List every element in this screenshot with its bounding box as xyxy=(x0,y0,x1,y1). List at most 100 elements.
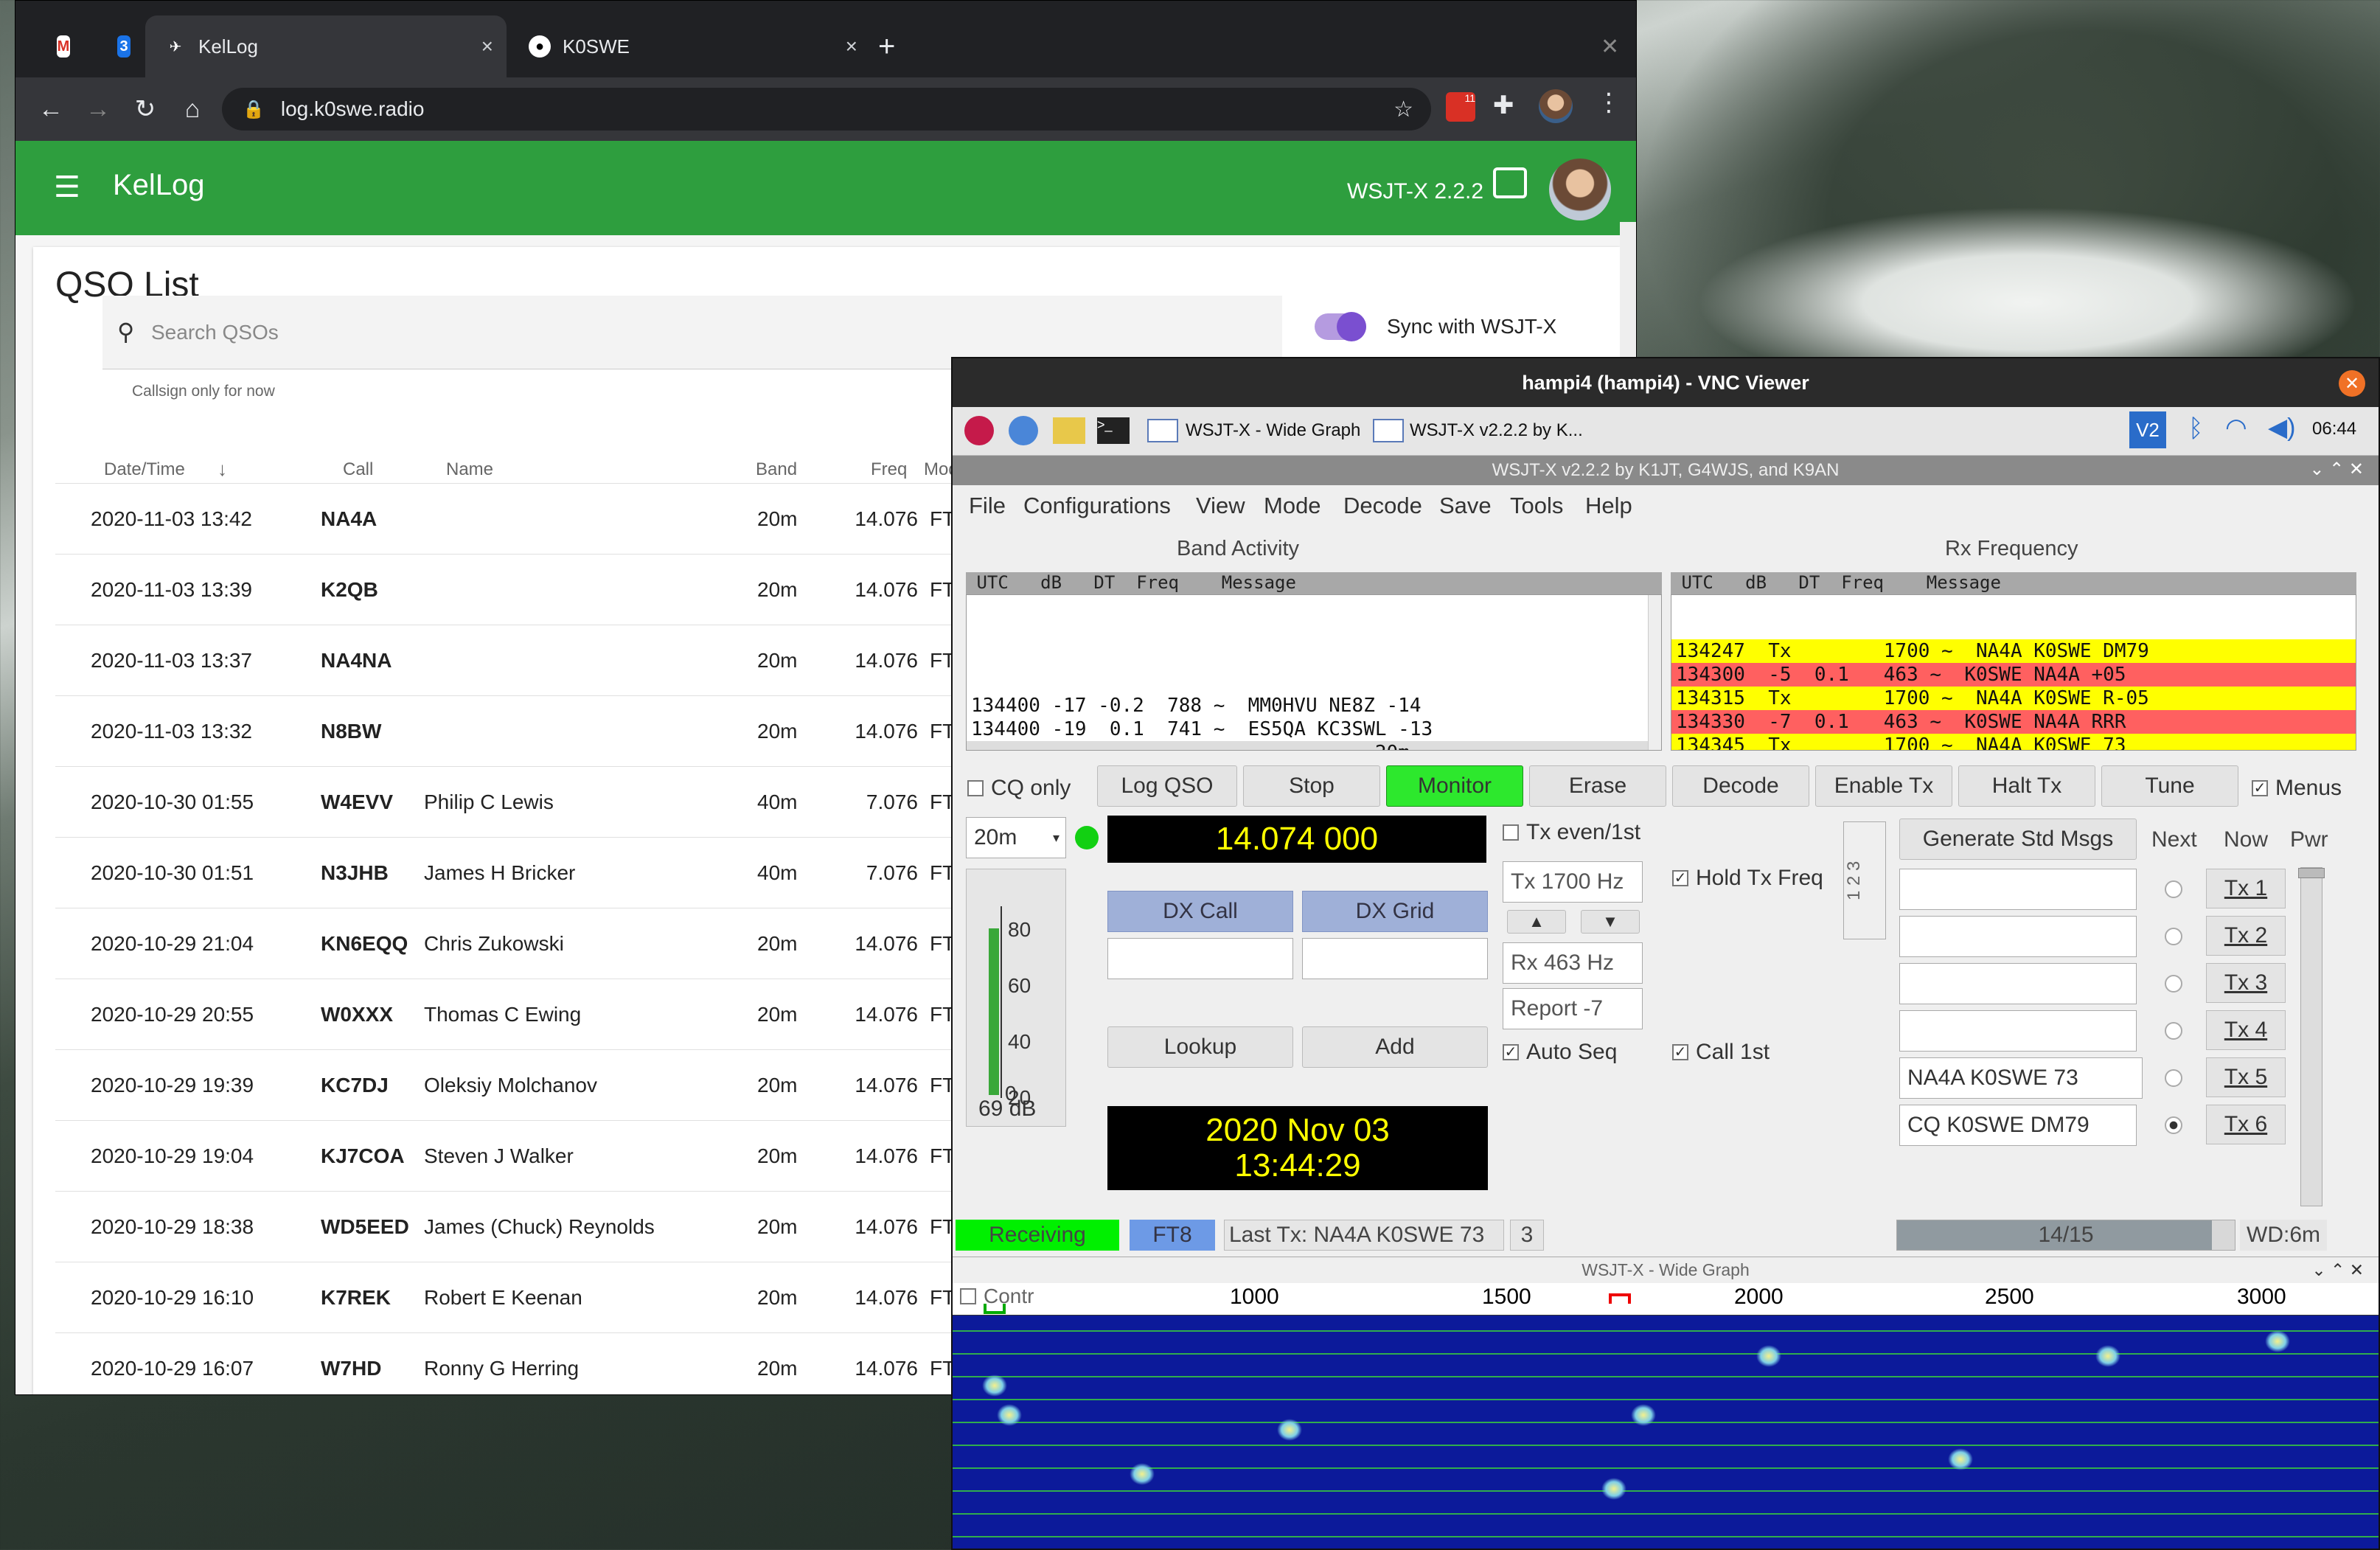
tx-button[interactable]: Tx 2 xyxy=(2206,916,2286,956)
tx-freq-spinner[interactable]: Tx 1700 Hz xyxy=(1503,861,1643,903)
col-band[interactable]: Band xyxy=(756,459,797,480)
rx-line[interactable]: 134247 Tx 1700 ~ NA4A K0SWE DM79 xyxy=(1671,639,2356,663)
tx-button[interactable]: Tx 1 xyxy=(2206,869,2286,908)
next-radio[interactable] xyxy=(2165,975,2182,993)
taskbar-wsjtx[interactable]: WSJT-X v2.2.2 by K... xyxy=(1410,420,1583,441)
rx-line[interactable]: 134300 -5 0.1 463 ~ K0SWE NA4A +05 xyxy=(1671,663,2356,687)
tx-message-input[interactable]: NA4A K0SWE 73 xyxy=(1899,1057,2143,1099)
sync-toggle[interactable] xyxy=(1315,312,1366,341)
extension-icon[interactable]: 11 xyxy=(1446,92,1475,122)
terminal-icon[interactable]: >_ xyxy=(1097,417,1130,444)
home-icon[interactable]: ⌂ xyxy=(170,77,215,141)
window-controls[interactable]: ⌄ ⌃ ✕ xyxy=(2311,1260,2364,1280)
url-field[interactable]: 🔒 log.k0swe.radio ☆ xyxy=(222,88,1431,131)
volume-icon[interactable]: ◀) xyxy=(2268,413,2295,442)
hamburger-menu-icon[interactable]: ☰ xyxy=(54,170,80,204)
next-radio[interactable] xyxy=(2165,928,2182,945)
waterfall-display[interactable] xyxy=(953,1316,2379,1549)
wifi-icon[interactable]: ◠ xyxy=(2225,413,2247,442)
add-button[interactable]: Add xyxy=(1302,1026,1488,1068)
profile-avatar[interactable] xyxy=(1539,89,1573,123)
tx-message-input[interactable]: CQ K0SWE DM79 xyxy=(1899,1105,2137,1146)
decode-button[interactable]: Decode xyxy=(1672,765,1809,807)
rx-line[interactable]: 134345 Tx 1700 ~ NA4A K0SWE 73 xyxy=(1671,734,2356,750)
raspberry-icon[interactable] xyxy=(964,416,994,445)
next-radio[interactable] xyxy=(2165,1022,2182,1040)
tx-message-input[interactable] xyxy=(1899,1010,2137,1052)
vnc-server-icon[interactable]: V2 xyxy=(2129,411,2166,448)
rx-line[interactable]: 134330 -7 0.1 463 ~ K0SWE NA4A RRR xyxy=(1671,710,2356,734)
dx-call-button[interactable]: DX Call xyxy=(1107,891,1293,932)
window-controls[interactable]: ⌄ ⌃ ✕ xyxy=(2309,459,2364,480)
vnc-close-icon[interactable]: ✕ xyxy=(2339,370,2365,397)
menu-view[interactable]: View xyxy=(1196,493,1245,519)
tx-even-checkbox[interactable]: Tx even/1st xyxy=(1503,820,1640,845)
decode-line[interactable]: ---------------------------------- 20m xyxy=(967,741,1661,750)
tune-button[interactable]: Tune xyxy=(2101,765,2238,807)
bluetooth-icon[interactable]: ᛒ xyxy=(2188,414,2203,443)
cq-only-checkbox[interactable]: CQ only xyxy=(967,776,1071,801)
dx-call-input[interactable] xyxy=(1107,938,1293,979)
log-qso-button[interactable]: Log QSO xyxy=(1097,765,1237,807)
menu-configurations[interactable]: Configurations xyxy=(1023,493,1171,519)
call-1st-checkbox[interactable]: ✓ Call 1st xyxy=(1672,1040,1770,1065)
star-icon[interactable]: ☆ xyxy=(1393,97,1413,122)
radio-icon[interactable] xyxy=(1493,167,1527,198)
scrollbar[interactable] xyxy=(1648,595,1661,750)
tab-kellog[interactable]: ✈ KelLog × xyxy=(145,15,507,77)
rx-freq-spinner[interactable]: Rx 463 Hz xyxy=(1503,942,1643,984)
down-arrow-button[interactable]: ▼ xyxy=(1581,910,1640,934)
tx-button[interactable]: Tx 3 xyxy=(2206,963,2286,1003)
taskbar-wide-graph[interactable]: WSJT-X - Wide Graph xyxy=(1186,420,1360,441)
dx-grid-input[interactable] xyxy=(1302,938,1488,979)
reload-icon[interactable]: ↻ xyxy=(123,77,167,141)
col-freq[interactable]: Freq xyxy=(871,459,907,480)
browser-icon[interactable] xyxy=(1009,416,1038,445)
col-call[interactable]: Call xyxy=(343,459,373,480)
band-activity-pane[interactable]: 134400 -17 -0.2 788 ~ MM0HVU NE8Z -14 134… xyxy=(966,594,1662,751)
folder-icon[interactable] xyxy=(1053,417,1085,444)
menu-tools[interactable]: Tools xyxy=(1510,493,1563,519)
rx-frequency-pane[interactable]: 134247 Tx 1700 ~ NA4A K0SWE DM79 134300 -… xyxy=(1671,594,2356,751)
new-tab-button[interactable]: + xyxy=(878,15,915,77)
menus-checkbox[interactable]: ✓ Menus xyxy=(2252,776,2342,801)
menu-mode[interactable]: Mode xyxy=(1264,493,1321,519)
sort-arrow-icon[interactable]: ↓ xyxy=(218,458,227,481)
stop-button[interactable]: Stop xyxy=(1243,765,1380,807)
erase-button[interactable]: Erase xyxy=(1529,765,1666,807)
report-spinner[interactable]: Report -7 xyxy=(1503,988,1643,1029)
tx-message-input[interactable] xyxy=(1899,869,2137,910)
generate-std-msgs-button[interactable]: Generate Std Msgs xyxy=(1899,819,2137,860)
extensions-puzzle-icon[interactable]: ✚ xyxy=(1493,91,1514,120)
dx-grid-button[interactable]: DX Grid xyxy=(1302,891,1488,932)
rx-line[interactable]: 134315 Tx 1700 ~ NA4A K0SWE R-05 xyxy=(1671,687,2356,710)
forward-icon[interactable]: → xyxy=(76,77,120,141)
back-icon[interactable]: ← xyxy=(29,77,73,141)
menu-decode[interactable]: Decode xyxy=(1343,493,1422,519)
window-close-icon[interactable]: ✕ xyxy=(1601,15,1630,77)
menu-file[interactable]: File xyxy=(969,493,1006,519)
tx-button[interactable]: Tx 5 xyxy=(2206,1057,2286,1097)
lookup-button[interactable]: Lookup xyxy=(1107,1026,1293,1068)
band-select[interactable]: 20m ▾ xyxy=(966,817,1066,858)
tx-button[interactable]: Tx 4 xyxy=(2206,1010,2286,1050)
col-date[interactable]: Date/Time xyxy=(104,459,185,480)
close-icon[interactable]: × xyxy=(846,35,857,58)
menu-help[interactable]: Help xyxy=(1585,493,1632,519)
tx-message-input[interactable] xyxy=(1899,963,2137,1004)
auto-seq-checkbox[interactable]: ✓ Auto Seq xyxy=(1503,1040,1617,1065)
tab-calendar[interactable]: 3 xyxy=(98,15,142,77)
col-name[interactable]: Name xyxy=(446,459,493,480)
close-icon[interactable]: × xyxy=(481,35,493,58)
tab-gmail[interactable]: M xyxy=(38,15,82,77)
decode-line[interactable]: 134400 -17 -0.2 788 ~ MM0HVU NE8Z -14 xyxy=(967,694,1661,717)
decode-line[interactable]: 134400 -19 0.1 741 ~ ES5QA KC3SWL -13 xyxy=(967,717,1661,741)
up-arrow-button[interactable]: ▲ xyxy=(1507,910,1566,934)
tab-selector[interactable]: 1 2 3 xyxy=(1843,821,1886,939)
tab-github[interactable]: ● K0SWE × xyxy=(509,15,871,77)
tx-button[interactable]: Tx 6 xyxy=(2206,1105,2286,1144)
enable-tx-button[interactable]: Enable Tx xyxy=(1815,765,1952,807)
tx-message-input[interactable] xyxy=(1899,916,2137,957)
next-radio[interactable] xyxy=(2165,1069,2182,1087)
halt-tx-button[interactable]: Halt Tx xyxy=(1958,765,2095,807)
